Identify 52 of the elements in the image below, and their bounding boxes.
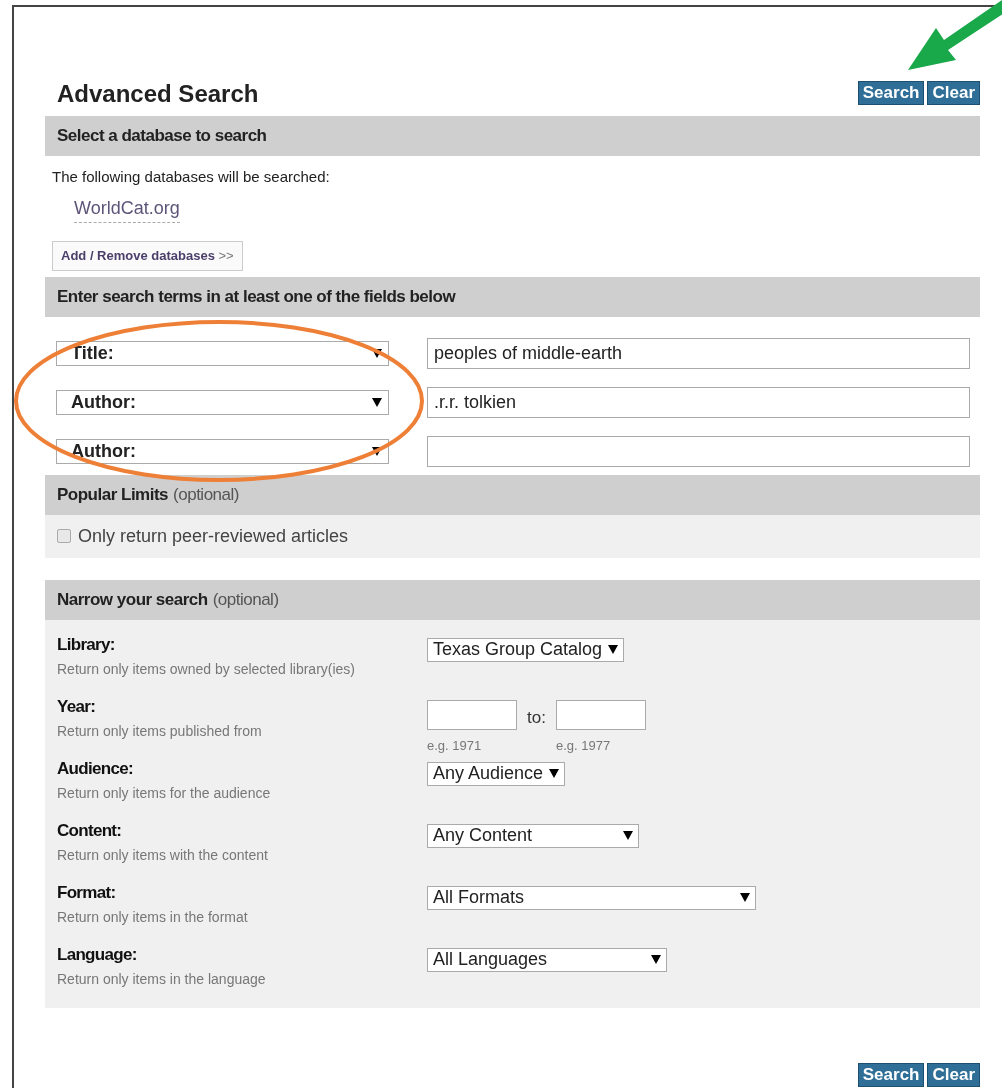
dropdown-caret-icon: [608, 645, 619, 654]
filter-label: Library:: [57, 633, 116, 656]
section-title: Select a database to search: [57, 125, 267, 148]
filter-hint: Return only items owned by selected library(ies): [57, 660, 356, 679]
filter-hint: Return only items published from: [57, 722, 263, 741]
search-button[interactable]: Search: [857, 81, 925, 105]
database-link[interactable]: WorldCat.org: [74, 194, 180, 223]
dropdown-caret-icon: [372, 446, 382, 456]
filter-label: Content:: [57, 819, 123, 842]
filter-hint: Return only items in the language: [57, 970, 267, 989]
filter-hint: Return only items for the audience: [57, 784, 272, 803]
search-term-field[interactable]: peoples of middle-earth: [427, 337, 970, 369]
search-term-field[interactable]: .r.r. tolkien: [427, 386, 970, 418]
search-button[interactable]: Search: [857, 1062, 925, 1087]
optional-note: (optional): [173, 483, 239, 506]
filter-label: Format:: [57, 881, 117, 904]
range-separator: to:: [527, 706, 546, 729]
dropdown-caret-icon: [549, 769, 560, 778]
section-title: Popular Limits: [57, 483, 169, 506]
filter-select[interactable]: All Languages: [427, 947, 667, 972]
search-term-field[interactable]: [427, 435, 970, 467]
dropdown-caret-icon: [651, 955, 661, 964]
field-select[interactable]: Author:: [56, 389, 389, 415]
example-text: e.g. 1977: [555, 736, 612, 755]
dropdown-caret-icon: [372, 348, 382, 358]
databases-note: The following databases will be searched:: [52, 167, 331, 187]
field-select[interactable]: Title:: [56, 340, 389, 366]
dropdown-caret-icon: [372, 397, 382, 407]
filter-select[interactable]: Any Content: [427, 823, 639, 848]
clear-button[interactable]: Clear: [927, 1062, 980, 1087]
clear-button[interactable]: Clear: [927, 81, 980, 105]
field-select[interactable]: Author:: [56, 438, 389, 464]
dropdown-caret-icon: [740, 893, 750, 902]
section-title: Enter search terms in at least one of the fields below: [57, 285, 456, 308]
add-remove-databases-button[interactable]: Add / Remove databases >>: [52, 240, 243, 271]
filter-select[interactable]: All Formats: [427, 885, 756, 910]
page-title: Advanced Search: [57, 79, 259, 109]
section-title: Narrow your search: [57, 588, 208, 611]
filter-label: Language:: [57, 943, 138, 966]
dropdown-caret-icon: [623, 831, 633, 840]
year-to-field[interactable]: [555, 699, 646, 730]
checkbox[interactable]: [57, 529, 71, 543]
filter-label: Year:: [57, 695, 97, 718]
filter-select[interactable]: Texas Group Catalog: [427, 637, 625, 662]
filter-hint: Return only items in the format: [57, 908, 249, 927]
example-text: e.g. 1971: [427, 736, 483, 755]
filter-select[interactable]: Any Audience: [427, 761, 566, 786]
filter-label: Audience:: [57, 757, 134, 780]
filter-hint: Return only items with the content: [57, 846, 269, 865]
optional-note: (optional): [212, 588, 279, 611]
year-from-field[interactable]: [427, 699, 517, 730]
checkbox-label: Only return peer-reviewed articles: [78, 524, 349, 548]
